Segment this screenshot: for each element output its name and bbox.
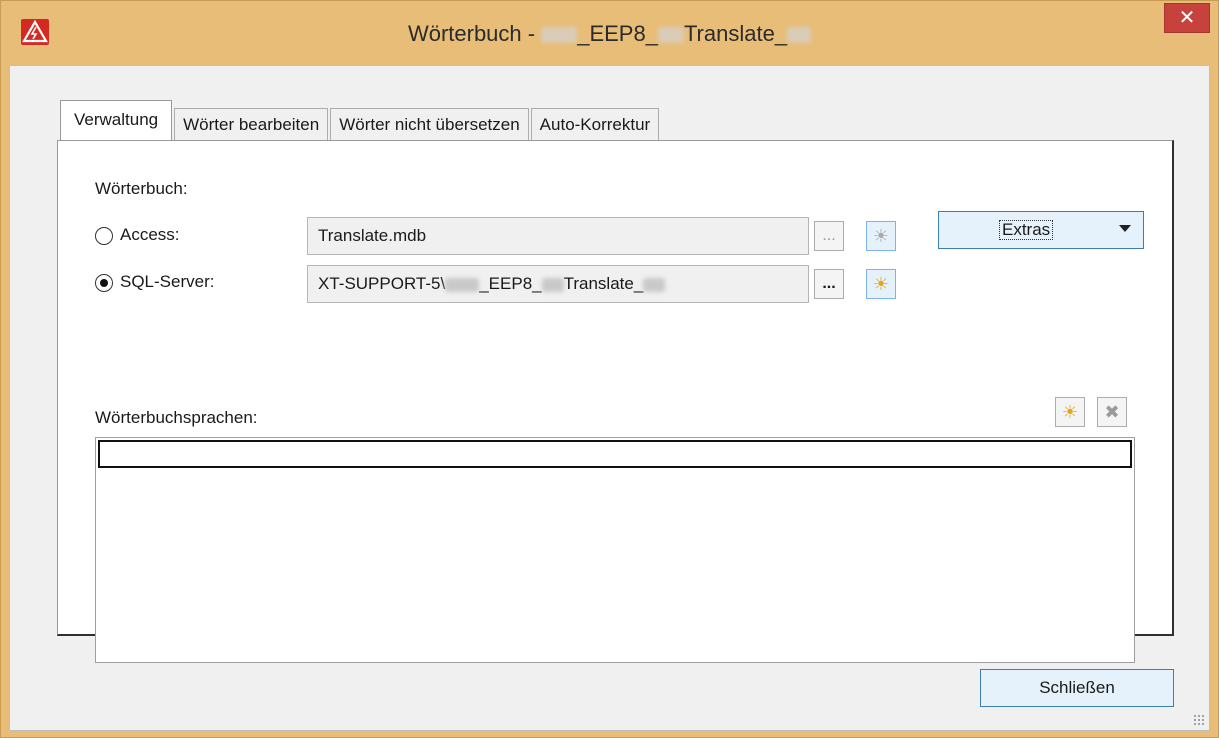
add-language-button[interactable]: ☀ xyxy=(1055,397,1085,427)
dialog-client-area: Verwaltung Wörter bearbeiten Wörter nich… xyxy=(9,65,1210,731)
title-mid: _EEP8_ xyxy=(577,21,658,46)
tab-auto-korrektur[interactable]: Auto-Korrektur xyxy=(530,108,660,140)
window-title: Wörterbuch - _EEP8_ Translate_ xyxy=(1,21,1218,47)
tab-panel-verwaltung: Wörterbuch: Access: Translate.mdb ... ☀ … xyxy=(57,140,1174,663)
tab-woerter-bearbeiten[interactable]: Wörter bearbeiten xyxy=(174,108,329,140)
close-dialog-button[interactable]: Schließen xyxy=(980,669,1174,707)
redacted-text xyxy=(445,277,480,292)
tab-verwaltung[interactable]: Verwaltung xyxy=(60,100,173,140)
access-browse-button[interactable]: ... xyxy=(814,221,844,251)
delete-icon: ✖ xyxy=(1104,402,1120,422)
tab-woerter-nicht-uebersetzen[interactable]: Wörter nicht übersetzen xyxy=(330,108,529,140)
access-label: Access: xyxy=(120,225,180,244)
redacted-text xyxy=(787,27,812,44)
resize-grip[interactable] xyxy=(1193,714,1205,726)
redacted-text xyxy=(541,27,578,44)
access-new-button[interactable]: ☀ xyxy=(866,221,896,251)
access-radio[interactable] xyxy=(95,227,113,245)
redacted-text xyxy=(643,277,666,292)
close-icon: ✕ xyxy=(1178,7,1196,29)
sql-server-field[interactable]: XT-SUPPORT-5\ _EEP8_ Translate_ xyxy=(307,265,809,303)
title-suffix: Translate_ xyxy=(683,21,788,46)
sql-value-mid: _EEP8_ xyxy=(479,274,542,293)
redacted-text xyxy=(657,27,684,44)
sql-server-radio[interactable] xyxy=(95,274,113,292)
sun-icon: ☀ xyxy=(872,226,890,246)
redacted-text xyxy=(541,277,564,292)
tab-strip: Verwaltung Wörter bearbeiten Wörter nich… xyxy=(60,100,661,140)
sql-server-label: SQL-Server: xyxy=(120,272,215,291)
dictionary-section-label: Wörterbuch: xyxy=(95,179,188,198)
title-bar[interactable]: Wörterbuch - _EEP8_ Translate_ ✕ xyxy=(1,1,1218,65)
dialog-window: Wörterbuch - _EEP8_ Translate_ ✕ Verwaltu… xyxy=(0,0,1219,738)
sql-value-prefix: XT-SUPPORT-5\ xyxy=(318,274,446,293)
languages-list[interactable] xyxy=(95,437,1135,663)
languages-label: Wörterbuchsprachen: xyxy=(95,408,258,427)
extras-label: Extras xyxy=(999,220,1054,240)
sql-value-suffix: Translate_ xyxy=(563,274,644,293)
sql-new-button[interactable]: ☀ xyxy=(866,269,896,299)
access-path-field[interactable]: Translate.mdb xyxy=(307,217,809,255)
sun-icon: ☀ xyxy=(872,274,890,294)
delete-language-button[interactable]: ✖ xyxy=(1097,397,1127,427)
sql-browse-button[interactable]: ... xyxy=(814,269,844,299)
title-prefix: Wörterbuch - xyxy=(407,21,542,46)
extras-dropdown-button[interactable]: Extras xyxy=(938,211,1144,249)
sun-icon: ☀ xyxy=(1061,402,1079,422)
list-item[interactable] xyxy=(98,440,1132,468)
window-close-button[interactable]: ✕ xyxy=(1164,3,1210,33)
dropdown-arrow-icon xyxy=(1119,225,1131,232)
